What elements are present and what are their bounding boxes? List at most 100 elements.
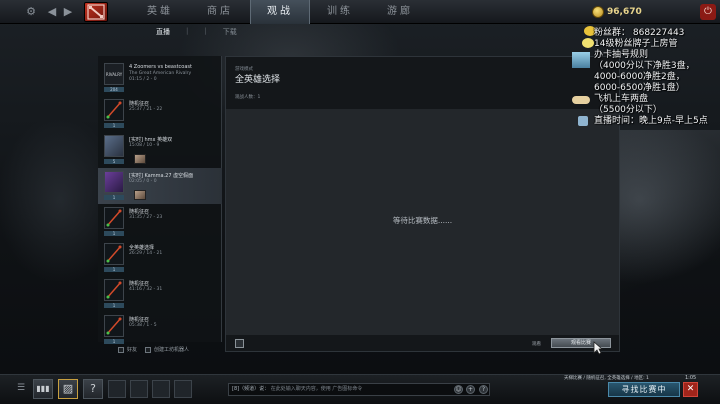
main-nav: 英雄 商店 观战 训练 游廊 bbox=[130, 0, 430, 24]
game-title: 4 Zoomers vs beastcoast bbox=[129, 64, 192, 70]
viewer-count: 1 bbox=[104, 123, 124, 128]
tab-arcade[interactable]: 游廊 bbox=[370, 0, 430, 24]
forward-arrow-icon[interactable]: ▶ bbox=[62, 0, 74, 24]
party-slot[interactable] bbox=[174, 380, 192, 398]
game-detail-panel: 游戏模式 全英雄选择 观战人数：1 等待比赛数据...... 观看 观看比赛 bbox=[225, 56, 620, 352]
minimap-icon bbox=[104, 279, 124, 301]
game-subtitle: 05:38 / 1 - 5 bbox=[129, 323, 157, 328]
cloud-icon bbox=[578, 116, 588, 126]
toggle-square-button[interactable] bbox=[235, 339, 244, 348]
mouse-cursor-icon bbox=[593, 341, 603, 355]
live-game-list[interactable]: RIVALRY 204 4 Zoomers vs beastcoast The … bbox=[98, 56, 222, 344]
rivalry-logo: RIVALRY bbox=[104, 63, 124, 85]
bottom-bar: ☰ ▮▮▮ ▨ ? [8]（频道）说： 在此处输入聊天内容，使用 广告图标命令 … bbox=[0, 374, 720, 404]
help-button[interactable]: ? bbox=[83, 379, 103, 399]
tab-store[interactable]: 商店 bbox=[190, 0, 250, 24]
hero-portrait bbox=[104, 135, 124, 157]
game-subtitle: 15:08 / 10 - 9 bbox=[129, 143, 160, 148]
tab-learn[interactable]: 训练 bbox=[310, 0, 370, 24]
player-avatar bbox=[134, 154, 146, 164]
list-item[interactable]: 5 [实时] hmx 英雄双 15:08 / 10 - 9 bbox=[98, 132, 222, 168]
viewer-count-label: 观战人数：1 bbox=[235, 95, 261, 100]
chat-channel: [8]（频道）说： bbox=[232, 386, 270, 392]
back-arrow-icon[interactable]: ◀ bbox=[46, 0, 58, 24]
checkbox-box[interactable] bbox=[118, 346, 124, 353]
minimap-icon bbox=[104, 243, 124, 265]
emoji-icon bbox=[572, 96, 590, 104]
hero-portrait bbox=[104, 171, 124, 193]
party-slot[interactable] bbox=[108, 380, 126, 398]
tab-watch[interactable]: 观战 bbox=[250, 0, 310, 24]
list-item[interactable]: 1 随机征召 25:37 / 21 - 22 bbox=[98, 96, 222, 132]
game-subtitle: 02:05 / 0 - 0 bbox=[129, 179, 157, 184]
game-mode: 全英雄选择 bbox=[235, 75, 281, 85]
queue-timer: 1:05 bbox=[685, 375, 697, 381]
game-subtitle: 26:29 / 14 - 21 bbox=[129, 251, 163, 256]
add-icon[interactable]: + bbox=[466, 385, 475, 394]
tab-heroes[interactable]: 英雄 bbox=[130, 0, 190, 24]
minimap-icon bbox=[104, 99, 124, 121]
party-slot[interactable] bbox=[130, 380, 148, 398]
viewer-count: 1 bbox=[104, 195, 124, 200]
viewer-count: 204 bbox=[104, 87, 124, 92]
viewer-count: 1 bbox=[104, 231, 124, 236]
minimap-icon bbox=[104, 315, 124, 337]
dota-logo-button[interactable] bbox=[84, 2, 108, 22]
game-title: [实时] hmx 英雄双 bbox=[129, 137, 173, 143]
party-button[interactable]: ▮▮▮ bbox=[33, 379, 53, 399]
game-subtitle: 25:37 / 21 - 22 bbox=[129, 107, 163, 112]
list-item[interactable]: 1 全英雄选择 26:29 / 14 - 21 bbox=[98, 240, 222, 276]
dota-logo-icon bbox=[87, 4, 105, 20]
gold-coin-icon bbox=[592, 6, 604, 18]
checkbox-label: 创建工坊机器人 bbox=[154, 347, 190, 353]
viewer-count: 1 bbox=[104, 339, 124, 344]
stream-overlay: 粉丝群： 868227443 14级粉丝牌子上房管 办卡抽号规则 （4000分以… bbox=[570, 26, 720, 130]
social-icon[interactable]: ☰ bbox=[14, 378, 28, 398]
game-subtitle: The Great American Rivalry bbox=[129, 71, 192, 76]
list-item[interactable]: 1 随机征召 31:35 / 27 - 23 bbox=[98, 204, 222, 240]
subtab-separator: | bbox=[186, 27, 189, 35]
game-title: 随机征召 bbox=[129, 101, 150, 107]
list-item[interactable]: 1 随机征召 41:16 / 32 - 31 bbox=[98, 276, 222, 312]
hero-grid-button[interactable]: ▨ bbox=[58, 379, 78, 399]
subtab-separator: | bbox=[204, 27, 207, 35]
list-item[interactable]: 1 随机征召 05:38 / 1 - 5 bbox=[98, 312, 222, 348]
viewer-count: 5 bbox=[104, 159, 124, 164]
player-avatar bbox=[134, 190, 146, 200]
checkbox-label: 好友 bbox=[127, 347, 138, 353]
help-icon[interactable]: ? bbox=[479, 385, 488, 394]
cancel-search-button[interactable]: ✕ bbox=[683, 382, 698, 397]
chest-icon bbox=[572, 52, 590, 68]
checkbox-box[interactable] bbox=[145, 346, 152, 353]
list-item[interactable]: RIVALRY 204 4 Zoomers vs beastcoast The … bbox=[98, 60, 222, 96]
overlay-line: 直播时间：晚上9点-早上5点 bbox=[594, 116, 708, 126]
game-subtitle: 31:35 / 27 - 23 bbox=[129, 215, 163, 220]
gear-icon[interactable]: ⚙ bbox=[24, 0, 38, 24]
detail-footer: 观看 观看比赛 bbox=[226, 335, 619, 351]
find-match-button[interactable]: 寻找比赛中 bbox=[608, 382, 680, 397]
top-bar: ⚙ ◀ ▶ 英雄 商店 观战 训练 游廊 96,670 ⏻ bbox=[0, 0, 720, 24]
gold-amount: 96,670 bbox=[607, 7, 642, 17]
party-slot[interactable] bbox=[152, 380, 170, 398]
game-title: 随机征召 bbox=[129, 209, 150, 215]
chat-input[interactable]: [8]（频道）说： 在此处输入聊天内容，使用 广告图标命令 bbox=[228, 383, 490, 396]
power-icon[interactable]: ⏻ bbox=[700, 4, 716, 20]
workshop-bots-checkbox[interactable]: 创建工坊机器人 bbox=[145, 346, 189, 353]
watch-subtabs: 直播 | | 下载 bbox=[156, 27, 237, 37]
subtab-downloads[interactable]: 下载 bbox=[223, 27, 237, 37]
emoticon-icon[interactable]: ☺ bbox=[454, 385, 463, 394]
game-subtitle: 41:16 / 32 - 31 bbox=[129, 287, 163, 292]
bulb-icon bbox=[582, 38, 594, 48]
list-filters: 好友 创建工坊机器人 bbox=[118, 346, 189, 353]
detail-header: 游戏模式 全英雄选择 观战人数：1 bbox=[226, 57, 619, 109]
game-time: 01:15 / 2 - 0 bbox=[129, 77, 157, 82]
game-title: 全英雄选择 bbox=[129, 245, 155, 251]
waiting-message: 等待比赛数据...... bbox=[392, 216, 453, 225]
list-item-selected[interactable]: 1 [实时] Kamma.27 虚空假面 02:05 / 0 - 0 bbox=[98, 168, 222, 204]
viewer-count: 1 bbox=[104, 267, 124, 272]
subtab-live[interactable]: 直播 bbox=[156, 27, 170, 37]
friends-checkbox[interactable]: 好友 bbox=[118, 346, 137, 353]
background-rock bbox=[620, 130, 720, 330]
watch-label: 观看 bbox=[532, 342, 541, 347]
viewer-count: 1 bbox=[104, 303, 124, 308]
